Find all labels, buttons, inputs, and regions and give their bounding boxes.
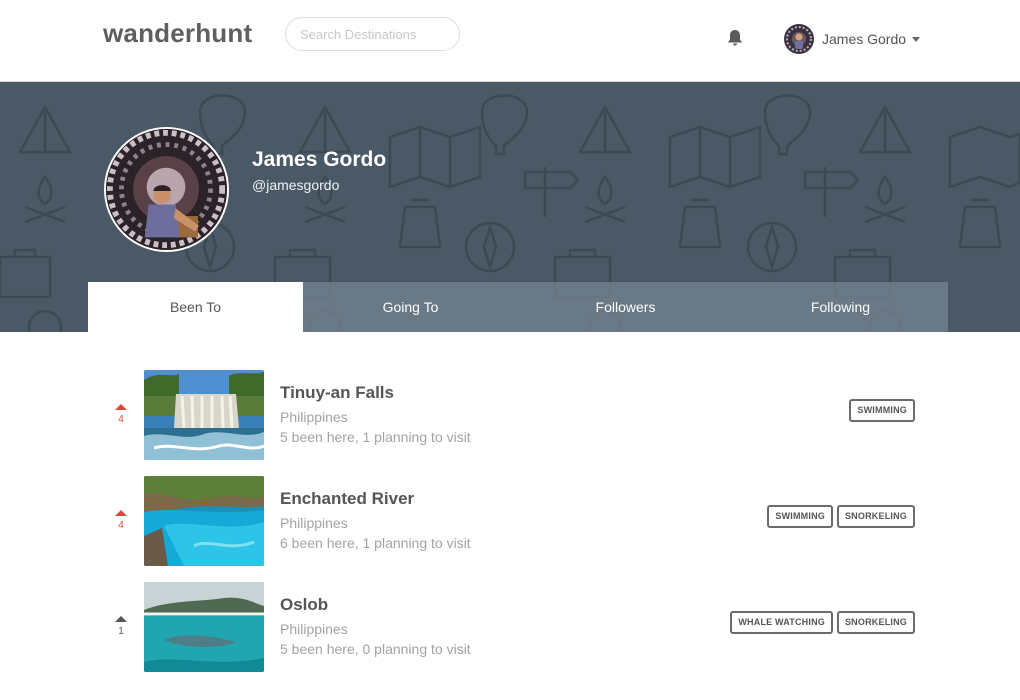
tag-badge[interactable]: SNORKELING bbox=[836, 611, 915, 634]
profile-avatar bbox=[104, 127, 229, 252]
upvote-arrow-icon bbox=[115, 404, 127, 410]
list-item: 4 Tinuy-an Falls Philippines 5 been here… bbox=[0, 370, 1020, 476]
bell-icon[interactable] bbox=[725, 28, 745, 48]
top-nav: wanderhunt James Gordo bbox=[0, 0, 1020, 82]
vote-count: 4 bbox=[118, 520, 124, 531]
tag-badge[interactable]: WHALE WATCHING bbox=[730, 611, 833, 634]
upvote-arrow-icon bbox=[115, 510, 127, 516]
tab-been-to[interactable]: Been To bbox=[88, 282, 303, 332]
destination-thumbnail[interactable] bbox=[144, 582, 264, 672]
upvote-button[interactable]: 4 bbox=[111, 404, 131, 425]
tag-list: SWIMMING bbox=[849, 399, 915, 422]
destination-country: Philippines bbox=[280, 515, 348, 531]
profile-handle: @jamesgordo bbox=[252, 177, 340, 193]
destination-stats: 6 been here, 1 planning to visit bbox=[280, 535, 471, 551]
profile-name: James Gordo bbox=[252, 148, 387, 171]
destination-thumbnail[interactable] bbox=[144, 370, 264, 460]
tag-list: WHALE WATCHING SNORKELING bbox=[730, 611, 915, 634]
vote-count: 1 bbox=[118, 626, 124, 637]
user-name: James Gordo bbox=[822, 31, 907, 47]
upvote-button[interactable]: 4 bbox=[111, 510, 131, 531]
destination-stats: 5 been here, 0 planning to visit bbox=[280, 641, 471, 657]
tab-followers[interactable]: Followers bbox=[518, 282, 733, 332]
user-menu[interactable]: James Gordo bbox=[784, 24, 921, 54]
app-logo[interactable]: wanderhunt bbox=[103, 18, 252, 49]
search-input[interactable] bbox=[285, 17, 460, 51]
tag-badge[interactable]: SWIMMING bbox=[849, 399, 915, 422]
tab-going-to[interactable]: Going To bbox=[303, 282, 518, 332]
vote-count: 4 bbox=[118, 414, 124, 425]
tab-following[interactable]: Following bbox=[733, 282, 948, 332]
profile-tabs: Been To Going To Followers Following bbox=[88, 282, 948, 332]
profile-header: James Gordo @jamesgordo Been To Going To… bbox=[0, 82, 1020, 332]
destination-country: Philippines bbox=[280, 621, 348, 637]
tag-badge[interactable]: SNORKELING bbox=[836, 505, 915, 528]
destination-title[interactable]: Oslob bbox=[280, 595, 328, 615]
tag-badge[interactable]: SWIMMING bbox=[767, 505, 833, 528]
destination-title[interactable]: Enchanted River bbox=[280, 489, 414, 509]
destination-title[interactable]: Tinuy-an Falls bbox=[280, 383, 394, 403]
destination-thumbnail[interactable] bbox=[144, 476, 264, 566]
user-avatar bbox=[784, 24, 814, 54]
destination-stats: 5 been here, 1 planning to visit bbox=[280, 429, 471, 445]
list-item: 4 Enchanted River Philippines 6 been her… bbox=[0, 476, 1020, 582]
upvote-button[interactable]: 1 bbox=[111, 616, 131, 637]
upvote-arrow-icon bbox=[115, 616, 127, 622]
chevron-down-icon bbox=[912, 36, 921, 42]
destination-country: Philippines bbox=[280, 409, 348, 425]
list-item: 1 Oslob Philippines 5 been here, 0 plann… bbox=[0, 582, 1020, 688]
destination-list: 4 Tinuy-an Falls Philippines 5 been here… bbox=[0, 370, 1020, 688]
tag-list: SWIMMING SNORKELING bbox=[767, 505, 915, 528]
